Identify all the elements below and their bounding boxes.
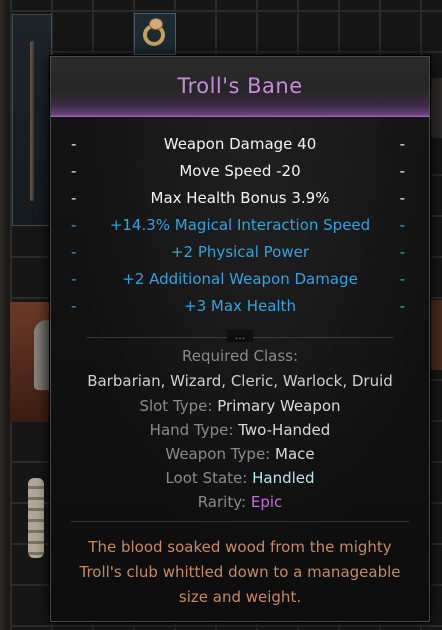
item-name: Troll's Bane [177,74,303,98]
armor-leg-icon [28,478,44,558]
item-tooltip: Troll's Bane - Weapon Damage 40- - Move Sp… [50,56,430,622]
label: Rarity: [197,493,247,511]
label: Hand Type: [149,421,234,439]
flavor-line: Troll's club whittled down to a manageab… [79,563,401,581]
loot-state: Loot State: Handled [51,469,429,487]
stat-row-move-speed: - Move Speed -20- [71,162,405,180]
rarity: Rarity: Epic [51,493,429,511]
label: Weapon Type: [165,445,271,463]
inventory-slot-staff[interactable] [12,14,52,226]
stat-text: Max Health Bonus 3.9% [150,189,330,207]
value: Handled [252,469,315,487]
inventory-frame [0,0,10,630]
inventory-slot-right-1[interactable] [430,78,442,138]
slot-type: Slot Type: Primary Weapon [51,397,429,415]
value: Two-Handed [238,421,331,439]
flavor-line: size and weight. [178,588,302,606]
value: Mace [275,445,315,463]
stat-row-weapon-damage: - Weapon Damage 40- [71,135,405,153]
inventory-slot-ring[interactable] [134,13,176,55]
stat-text: +14.3% Magical Interaction Speed [109,216,371,234]
stat-text: +2 Additional Weapon Damage [122,270,358,288]
stat-row-magical-interaction-speed: - +14.3% Magical Interaction Speed - [71,216,405,234]
inventory-slot-right-2[interactable] [430,300,442,370]
stat-row-physical-power: - +2 Physical Power - [71,243,405,261]
stat-row-additional-weapon-damage: - +2 Additional Weapon Damage - [71,270,405,288]
stat-row-max-health: - +3 Max Health - [71,297,405,315]
stat-row-max-health-bonus: - Max Health Bonus 3.9% - [71,189,405,207]
stat-text: Move Speed -20 [179,162,301,180]
label: Loot State: [165,469,248,487]
flavor-text: The blood soaked wood from the mighty Tr… [51,535,429,610]
flavor-divider [71,521,409,522]
divider-ornament: ... [227,330,253,342]
required-classes: Barbarian, Wizard, Cleric, Warlock, Drui… [51,372,429,390]
inventory-slot-helmet[interactable] [10,302,60,422]
label: Slot Type: [139,397,213,415]
hand-type: Hand Type: Two-Handed [51,421,429,439]
stat-text: +2 Physical Power [170,243,310,261]
weapon-type: Weapon Type: Mace [51,445,429,463]
stat-text: +3 Max Health [184,297,296,315]
value: Barbarian, Wizard, Cleric, Warlock, Drui… [87,372,393,390]
staff-icon [30,41,34,201]
value: Epic [250,493,283,511]
inventory-slot-armor[interactable] [14,470,50,570]
tooltip-header: Troll's Bane [51,57,429,117]
flavor-line: The blood soaked wood from the mighty [88,538,392,556]
tooltip-body: - Weapon Damage 40- - Move Speed -20- - Max… [51,117,429,621]
value: Primary Weapon [217,397,341,415]
required-class-label: Required Class: [51,347,429,365]
label: Required Class: [181,347,299,365]
stat-text: Weapon Damage 40 [163,135,317,153]
ring-gem-icon [149,18,163,30]
